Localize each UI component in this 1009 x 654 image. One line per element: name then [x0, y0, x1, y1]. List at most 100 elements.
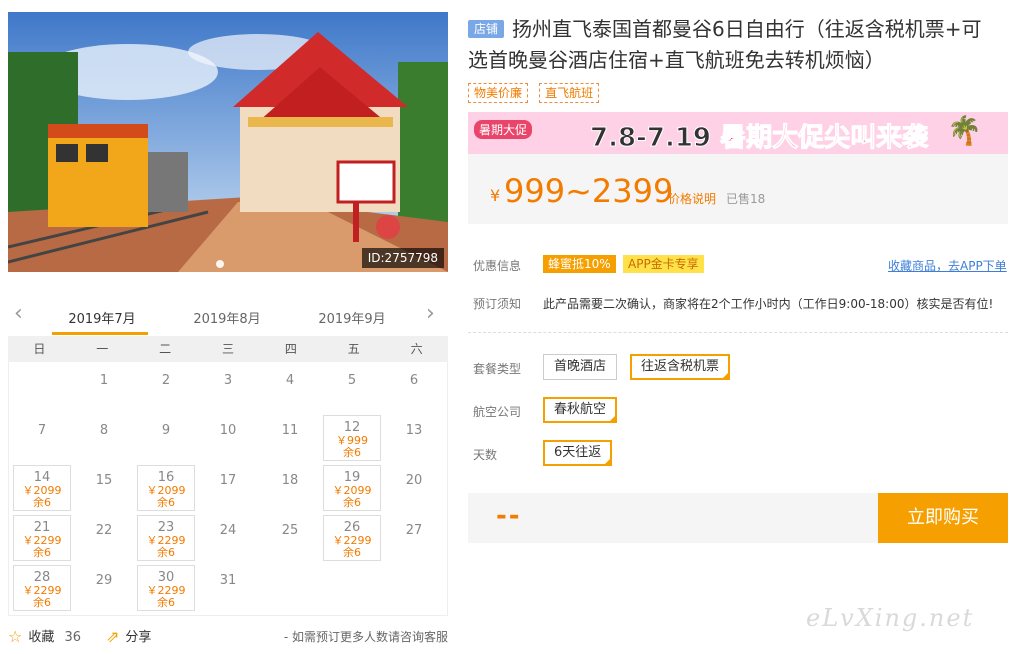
tab-month-2[interactable]: 2019年8月	[177, 308, 277, 327]
chevron-left-icon[interactable]: ‹	[14, 303, 28, 325]
calendar-day-available[interactable]: 14 ￥2099 余6	[13, 465, 71, 511]
coupon-badge-app[interactable]: APP金卡专享	[623, 255, 704, 273]
section-divider	[468, 332, 1008, 333]
calendar-day: 3	[199, 365, 257, 411]
calendar-day: 20	[385, 465, 443, 511]
calendar-day-available[interactable]: 26 ￥2299 余6	[323, 515, 381, 561]
day-number: 19	[343, 470, 361, 485]
tab-month-1[interactable]: 2019年7月	[52, 308, 152, 327]
calendar-day-available[interactable]: 12 ￥999 余6	[323, 415, 381, 461]
chevron-right-icon[interactable]: ›	[426, 303, 440, 325]
calendar-day-available[interactable]: 16 ￥2099 余6	[137, 465, 195, 511]
day-number: 17	[219, 473, 237, 488]
calendar-day: 1	[75, 365, 133, 411]
days-label: 天数	[473, 448, 498, 462]
quantity-display: --	[496, 501, 522, 531]
price-currency: ¥	[490, 186, 501, 205]
calendar-day: 7	[13, 415, 71, 461]
calendar-day: 15	[75, 465, 133, 511]
product-hero-image[interactable]: ID:2757798	[8, 12, 448, 272]
day-number: 3	[223, 373, 233, 388]
weekday-label: 二	[159, 342, 172, 356]
share-button[interactable]: ⇗ 分享	[106, 626, 151, 646]
sold-count: 已售18	[726, 192, 766, 206]
palm-tree-icon: 🌴	[947, 114, 982, 147]
day-number: 20	[405, 473, 423, 488]
calendar-day: 4	[261, 365, 319, 411]
calendar-day-available[interactable]: 19 ￥2099 余6	[323, 465, 381, 511]
coupon-badge[interactable]: 蜂蜜抵10%	[543, 255, 616, 273]
day-number: 14	[33, 470, 51, 485]
banner-text: 暑期大促尖叫来袭	[720, 123, 929, 154]
day-number: 31	[219, 573, 237, 588]
option-days-6[interactable]: 6天往返	[543, 440, 613, 466]
day-number: 22	[95, 523, 113, 538]
airline-label: 航空公司	[473, 405, 522, 419]
carousel-dot-active[interactable]	[216, 260, 224, 268]
weekday-label: 三	[222, 342, 235, 356]
calendar-day: 31	[199, 565, 257, 611]
day-number: 1	[99, 373, 109, 388]
favorite-button[interactable]: ☆ 收藏 36	[8, 626, 81, 646]
calendar-day: 29	[75, 565, 133, 611]
day-stock: 余6	[157, 496, 175, 509]
day-number: 30	[157, 570, 175, 585]
option-round-trip-ticket[interactable]: 往返含税机票	[630, 354, 731, 380]
promo-banner[interactable]: 暑期大促 7.8-7.19 暑期大促尖叫来袭 🌴	[468, 112, 1008, 154]
price-range: 999~2399	[504, 172, 674, 210]
calendar-day: 24	[199, 515, 257, 561]
calendar-weekday-header: 日 一 二 三 四 五 六	[8, 336, 448, 362]
product-tag: 物美价廉	[468, 83, 529, 103]
calendar-day-available[interactable]: 23 ￥2299 余6	[137, 515, 195, 561]
price-explain-link[interactable]: 价格说明	[668, 190, 716, 207]
calendar-day: 5	[323, 365, 381, 411]
buy-now-button[interactable]: 立即购买	[878, 493, 1008, 543]
day-number: 10	[219, 423, 237, 438]
promo-label: 优惠信息	[473, 259, 522, 273]
day-number: 25	[281, 523, 299, 538]
calendar-day: 13	[385, 415, 443, 461]
group-booking-note: - 如需预订更多人数请咨询客服	[283, 630, 448, 644]
shop-badge[interactable]: 店铺	[468, 20, 505, 38]
site-watermark: eLvXing.net	[806, 604, 975, 632]
option-airline-spring[interactable]: 春秋航空	[543, 397, 618, 423]
day-number: 26	[343, 520, 361, 535]
day-number: 23	[157, 520, 175, 535]
product-actions: ☆ 收藏 36 ⇗ 分享 - 如需预订更多人数请咨询客服	[8, 622, 448, 646]
share-label: 分享	[125, 630, 152, 645]
calendar-day-available[interactable]: 30 ￥2299 余6	[137, 565, 195, 611]
day-number: 16	[157, 470, 175, 485]
day-number: 24	[219, 523, 237, 538]
calendar-day: 18	[261, 465, 319, 511]
calendar-day: 10	[199, 415, 257, 461]
day-number: 7	[37, 423, 47, 438]
quantity-bar[interactable]: --	[468, 493, 878, 543]
booking-label: 预订须知	[473, 297, 522, 311]
banner-headline: 7.8-7.19 暑期大促尖叫来袭	[590, 117, 929, 154]
tab-month-3[interactable]: 2019年9月	[302, 308, 402, 327]
day-number: 5	[347, 373, 357, 388]
day-number: 15	[95, 473, 113, 488]
calendar-day: 27	[385, 515, 443, 561]
calendar-day-available[interactable]: 21 ￥2299 余6	[13, 515, 71, 561]
app-order-link[interactable]: 收藏商品，去APP下单	[888, 257, 1007, 274]
day-stock: 余6	[343, 496, 361, 509]
calendar-day: 25	[261, 515, 319, 561]
day-stock: 余6	[33, 496, 51, 509]
product-title: 店铺 扬州直飞泰国首都曼谷6日自由行（往返含税机票+可选首晚曼谷酒店住宿+直飞航班…	[468, 14, 998, 76]
favorite-count: 36	[64, 630, 82, 645]
day-number: 6	[409, 373, 419, 388]
day-stock: 余6	[33, 596, 51, 609]
calendar-month-nav: ‹ 2019年7月 2019年8月 2019年9月 ›	[8, 296, 448, 336]
weekday-label: 六	[410, 342, 423, 356]
day-number: 21	[33, 520, 51, 535]
product-tag: 直飞航班	[539, 83, 600, 103]
calendar-day: 8	[75, 415, 133, 461]
option-first-night-hotel[interactable]: 首晚酒店	[543, 354, 618, 380]
day-number: 12	[343, 420, 361, 435]
train-station-illustration	[8, 12, 448, 272]
day-number: 13	[405, 423, 423, 438]
day-stock: 余6	[157, 546, 175, 559]
calendar-day-available[interactable]: 28 ￥2299 余6	[13, 565, 71, 611]
banner-sub-label: 暑期大促	[474, 120, 533, 139]
